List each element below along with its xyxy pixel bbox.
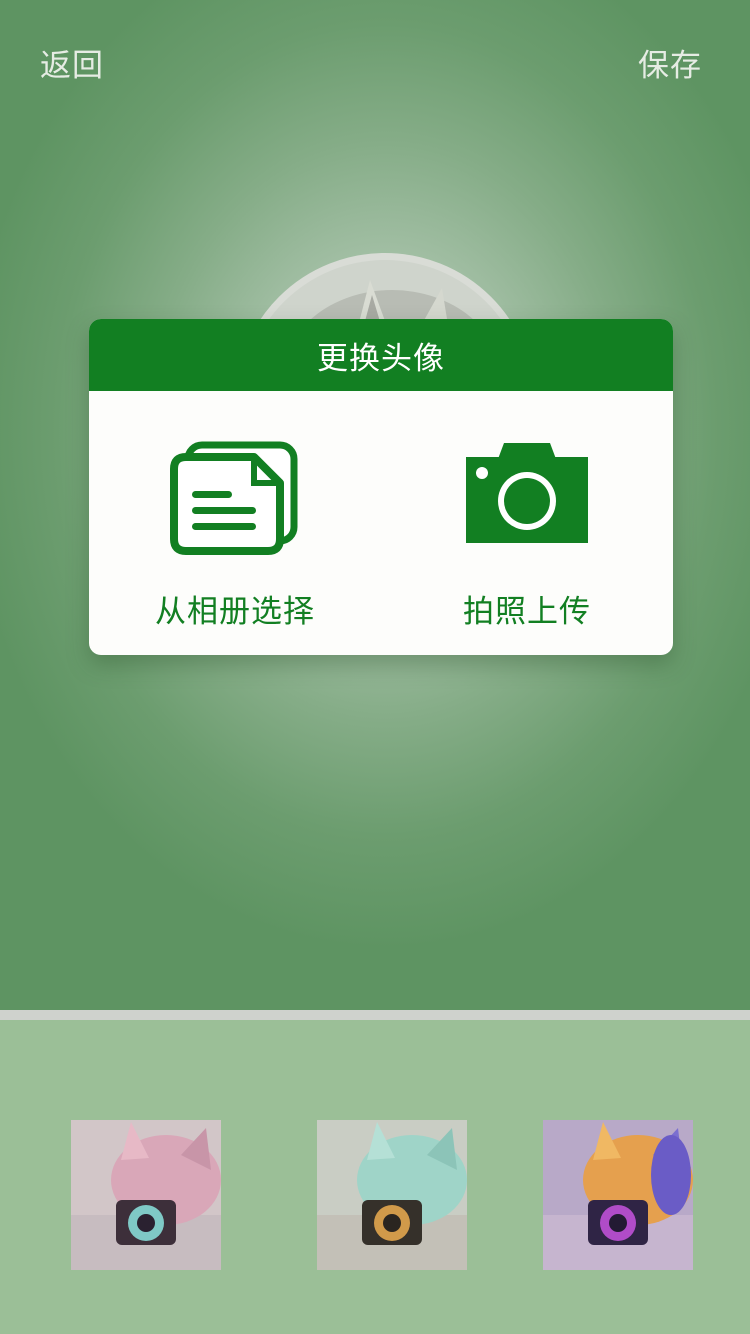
avatar-edit-screen: 返回 保存 更换头像 从相册选择 拍照上传 (0, 0, 750, 1334)
album-option-label: 从相册选择 (155, 594, 315, 630)
back-button[interactable]: 返回 (40, 40, 104, 85)
filter-thumbnail[interactable] (317, 1120, 467, 1270)
choose-from-album-option[interactable]: 从相册选择 (89, 391, 381, 655)
save-button[interactable]: 保存 (638, 40, 702, 85)
camera-icon (381, 441, 673, 556)
filter-thumbnail[interactable] (71, 1120, 221, 1270)
dialog-title: 更换头像 (89, 319, 673, 391)
filter-thumbnail[interactable] (543, 1120, 693, 1270)
album-icon (89, 441, 381, 556)
filter-strip (0, 1120, 750, 1272)
camera-option-label: 拍照上传 (463, 594, 591, 630)
take-photo-option[interactable]: 拍照上传 (381, 391, 673, 655)
change-avatar-dialog: 更换头像 从相册选择 拍照上传 (89, 319, 673, 655)
section-divider (0, 1010, 750, 1020)
